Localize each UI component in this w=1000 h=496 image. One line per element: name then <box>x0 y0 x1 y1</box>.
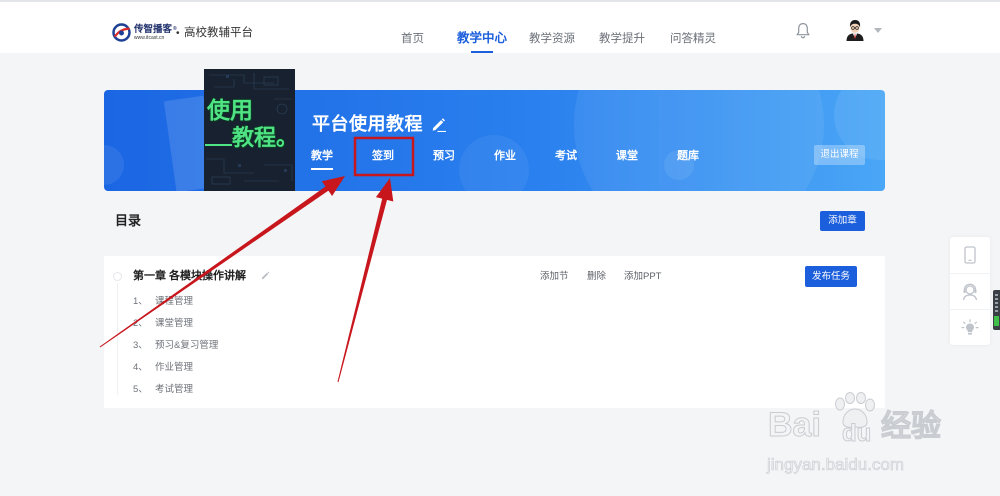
banner-decor-circle <box>574 90 824 191</box>
tab-homework[interactable]: 作业 <box>494 149 516 163</box>
section-item[interactable]: 4、 作业管理 <box>133 362 193 374</box>
exit-course-button[interactable]: 退出课程 <box>814 145 865 165</box>
mobile-phone-icon <box>964 246 976 264</box>
publish-task-button[interactable]: 发布任务 <box>805 266 857 287</box>
platform-name: 高校教辅平台 <box>184 27 253 39</box>
nav-teaching-center[interactable]: 教学中心 <box>457 31 507 53</box>
add-ppt-link[interactable]: 添加PPT <box>624 271 661 282</box>
floating-toolbar <box>950 237 990 345</box>
bell-icon[interactable] <box>796 22 810 39</box>
customer-service-button[interactable] <box>950 273 990 309</box>
pencil-icon[interactable] <box>431 117 446 132</box>
section-title: 作业管理 <box>155 362 194 373</box>
section-item[interactable]: 5、 考试管理 <box>133 384 193 396</box>
section-item[interactable]: 2、 课堂管理 <box>133 318 193 330</box>
section-index: 2、 <box>133 318 148 329</box>
section-title: 课程管理 <box>155 296 194 307</box>
logo-brand-text: 传智播客 <box>134 24 173 35</box>
top-header: 传智播客® www.itcast.cn • 高校教辅平台 首页 教学中心 教学资… <box>0 2 1000 53</box>
logo-mark-icon <box>112 23 131 42</box>
course-cover-image: 使用 教程。 <box>204 69 295 191</box>
watermark-url: jingyan.baidu.com <box>767 455 905 475</box>
section-title: 考试管理 <box>155 384 194 395</box>
chapter-title: 第一章 各模块操作讲解 <box>133 270 247 282</box>
section-title: 课堂管理 <box>155 318 194 329</box>
chapter-card: 第一章 各模块操作讲解 添加节 删除 添加PPT 发布任务 1、 课程管理 2、课… <box>104 256 885 408</box>
tab-exam[interactable]: 考试 <box>555 149 577 163</box>
section-item[interactable]: 1、 课程管理 <box>133 296 193 308</box>
page: 传智播客® www.itcast.cn • 高校教辅平台 首页 教学中心 教学资… <box>0 0 1000 496</box>
tab-classroom[interactable]: 课堂 <box>616 149 638 163</box>
banner-decor-circle <box>104 145 124 185</box>
tab-check-in[interactable]: 签到 <box>372 149 394 163</box>
watermark-product: 经验 <box>881 410 942 444</box>
section-index: 1、 <box>133 296 148 307</box>
banner-decor-circle <box>459 135 529 191</box>
logo-site-url: www.itcast.cn <box>134 35 165 41</box>
delete-chapter-link[interactable]: 删除 <box>587 271 606 282</box>
section-index: 5、 <box>133 384 148 395</box>
nav-qa-assistant[interactable]: 问答精灵 <box>670 32 716 46</box>
catalog-heading: 目录 <box>115 213 142 228</box>
cover-text-line2: 教程。 <box>232 125 295 150</box>
section-index: 3、 <box>133 340 148 351</box>
browser-extension-widget[interactable] <box>993 290 1000 330</box>
timeline-line <box>117 283 118 395</box>
cover-text-line1: 使用 <box>207 97 253 123</box>
section-item[interactable]: 3、 预习&复习管理 <box>133 340 218 352</box>
section-title: 预习&复习管理 <box>155 340 219 351</box>
timeline-dot <box>113 272 122 281</box>
logo-separator: • <box>176 28 180 39</box>
nav-teaching-resources[interactable]: 教学资源 <box>529 32 575 46</box>
pencil-icon[interactable] <box>261 271 270 280</box>
suggestion-button[interactable] <box>950 309 990 345</box>
tab-question-bank[interactable]: 题库 <box>677 149 699 163</box>
avatar-icon[interactable] <box>845 19 865 41</box>
cover-dash <box>205 144 232 146</box>
customer-service-icon <box>962 283 978 300</box>
lightbulb-icon <box>961 318 979 335</box>
nav-home[interactable]: 首页 <box>401 32 424 46</box>
mobile-app-button[interactable] <box>950 237 990 273</box>
baidu-paw-icon <box>835 392 875 428</box>
section-index: 4、 <box>133 362 148 373</box>
add-chapter-button[interactable]: 添加章 <box>820 211 865 231</box>
tab-preview[interactable]: 预习 <box>433 149 455 163</box>
add-section-link[interactable]: 添加节 <box>540 271 569 282</box>
watermark-brand-left: Bai <box>768 406 822 445</box>
logo-brand: 传智播客® <box>134 24 177 35</box>
course-tabs: 教学 签到 预习 作业 考试 课堂 题库 <box>311 149 699 170</box>
chevron-down-icon[interactable] <box>874 28 882 33</box>
course-title: 平台使用教程 <box>312 114 423 134</box>
nav-teaching-improvement[interactable]: 教学提升 <box>599 32 645 46</box>
logo[interactable]: 传智播客® www.itcast.cn • 高校教辅平台 <box>112 23 262 43</box>
tab-teaching[interactable]: 教学 <box>311 149 333 170</box>
